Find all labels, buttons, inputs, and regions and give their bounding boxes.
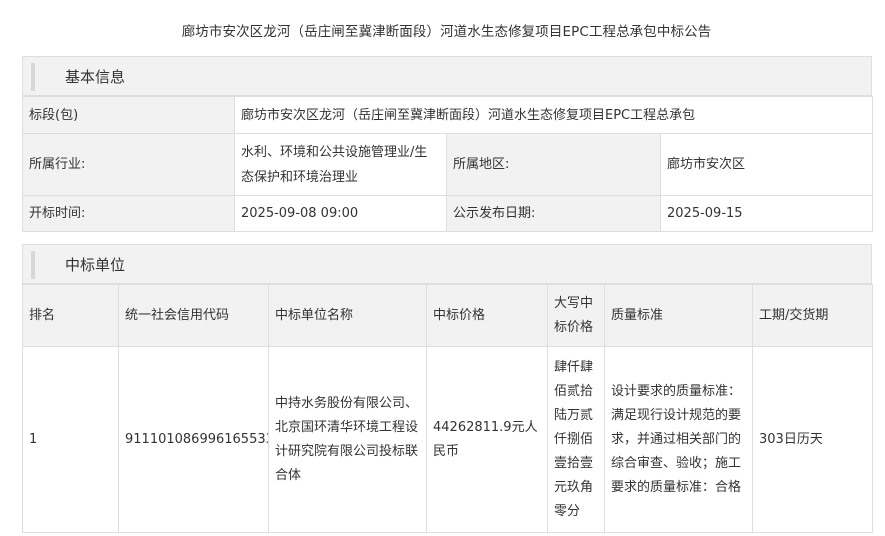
table-row: 标段(包) 廊坊市安次区龙河（岳庄闸至冀津断面段）河道水生态修复项目EPC工程总…: [22, 96, 874, 134]
winner-section: 中标单位 排名 统一社会信用代码 中标单位名称 中标价格 大写中标价格 质量标准…: [22, 244, 873, 533]
table-row: 开标时间: 2025-09-08 09:00 公示发布日期: 2025-09-1…: [22, 195, 874, 232]
basic-info-header: 基本信息: [22, 56, 872, 96]
column-header-price: 中标价格: [426, 284, 548, 347]
basic-info-section: 基本信息 标段(包) 廊坊市安次区龙河（岳庄闸至冀津断面段）河道水生态修复项目E…: [22, 56, 874, 232]
open-time-value: 2025-09-08 09:00: [234, 195, 447, 232]
winner-header: 中标单位: [22, 244, 872, 284]
table-header-row: 排名 统一社会信用代码 中标单位名称 中标价格 大写中标价格 质量标准 工期/交…: [22, 284, 873, 347]
table-row: 1 911101086996165533 中持水务股份有限公司、北京国环清华环境…: [22, 346, 873, 533]
publish-date-value: 2025-09-15: [659, 195, 874, 232]
header-accent-bar: [31, 63, 35, 91]
section-value: 廊坊市安次区龙河（岳庄闸至冀津断面段）河道水生态修复项目EPC工程总承包: [233, 96, 874, 134]
basic-info-table: 标段(包) 廊坊市安次区龙河（岳庄闸至冀津断面段）河道水生态修复项目EPC工程总…: [22, 96, 874, 232]
basic-info-title: 基本信息: [65, 68, 126, 86]
publish-date-label: 公示发布日期:: [446, 195, 661, 232]
page-title: 廊坊市安次区龙河（岳庄闸至冀津断面段）河道水生态修复项目EPC工程总承包中标公告: [181, 24, 712, 40]
cell-rank: 1: [22, 346, 119, 533]
column-header-period: 工期/交货期: [752, 284, 873, 347]
column-header-quality: 质量标准: [604, 284, 753, 347]
winner-table: 排名 统一社会信用代码 中标单位名称 中标价格 大写中标价格 质量标准 工期/交…: [22, 284, 873, 533]
region-label: 所属地区:: [446, 133, 661, 196]
region-value: 廊坊市安次区: [659, 133, 874, 196]
table-row: 所属行业: 水利、环境和公共设施管理业/生态保护和环境治理业 所属地区: 廊坊市…: [22, 133, 874, 196]
cell-name: 中持水务股份有限公司、北京国环清华环境工程设计研究院有限公司投标联合体: [268, 346, 427, 533]
cell-price: 44262811.9元人民币: [426, 346, 548, 533]
column-header-price-upper: 大写中标价格: [547, 284, 605, 347]
cell-period: 303日历天: [752, 346, 873, 533]
column-header-rank: 排名: [22, 284, 119, 347]
open-time-label: 开标时间:: [22, 195, 235, 232]
industry-label: 所属行业:: [22, 133, 235, 196]
column-header-credit-code: 统一社会信用代码: [118, 284, 269, 347]
cell-price-upper: 肆仟肆佰贰拾陆万贰仟捌佰壹拾壹元玖角零分: [547, 346, 605, 533]
cell-credit-code: 911101086996165533: [118, 346, 269, 533]
winner-title: 中标单位: [65, 256, 126, 274]
column-header-name: 中标单位名称: [268, 284, 427, 347]
cell-quality: 设计要求的质量标准：满足现行设计规范的要求，并通过相关部门的综合审查、验收；施工…: [604, 346, 753, 533]
section-label: 标段(包): [22, 96, 235, 134]
industry-value: 水利、环境和公共设施管理业/生态保护和环境治理业: [234, 133, 447, 196]
header-accent-bar: [31, 251, 35, 279]
